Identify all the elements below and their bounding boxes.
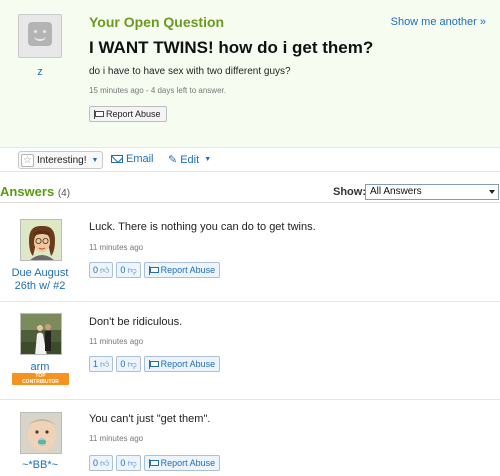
thumbs-up-button[interactable]: 0 👍︎ — [89, 455, 114, 471]
answerer-name-link[interactable]: Due August 26th w/ #2 — [0, 267, 80, 293]
flag-icon — [148, 458, 159, 468]
avatar[interactable] — [20, 313, 62, 355]
report-label: Report Abuse — [106, 109, 161, 119]
answer-text: Luck. There is nothing you can do to get… — [89, 221, 316, 233]
question-panel: z Your Open Question Show me another » I… — [0, 0, 500, 148]
answer-actions: 1 👍︎ 0 👎︎ Report Abuse — [89, 356, 221, 372]
pencil-icon: ✎ — [168, 154, 178, 166]
question-details: do i have to have sex with two different… — [89, 66, 291, 77]
answers-title: Answers — [0, 184, 55, 199]
answer-time: 11 minutes ago — [89, 337, 144, 346]
answers-heading: Answers (4) — [0, 184, 70, 199]
question-time: 15 minutes ago - 4 days left to answer. — [89, 86, 226, 95]
answer-report-abuse-button[interactable]: Report Abuse — [143, 356, 221, 372]
answer-item: Due August 26th w/ #2 Luck. There is not… — [0, 203, 500, 299]
answer-time: 11 minutes ago — [89, 434, 144, 443]
thumb-up-icon: 👍︎ — [100, 264, 110, 275]
chevron-down-icon: ▼ — [204, 156, 212, 163]
thumb-down-icon: 👎︎ — [127, 358, 137, 369]
edit-label: Edit — [180, 153, 200, 166]
report-label: Report Abuse — [160, 359, 216, 369]
thumb-up-icon: 👍︎ — [100, 457, 110, 468]
envelope-icon — [111, 155, 123, 163]
avatar[interactable] — [20, 412, 62, 454]
answer-text: You can't just "get them". — [89, 413, 211, 425]
asker-name-link[interactable]: z — [16, 66, 64, 78]
answer-report-abuse-button[interactable]: Report Abuse — [143, 455, 221, 471]
email-label: Email — [126, 153, 154, 165]
chevron-down-icon: ▼ — [91, 156, 99, 164]
question-actions-bar: ☆ Interesting! ▼ Email ✎ Edit ▼ — [0, 148, 500, 172]
thumbs-down-count: 0 — [120, 359, 126, 369]
report-label: Report Abuse — [160, 458, 216, 468]
thumbs-up-count: 0 — [93, 265, 99, 275]
answer-item: arm TOP CONTRIBUTOR Don't be ridiculous.… — [0, 302, 500, 398]
baby-photo-avatar-icon — [21, 413, 61, 453]
thumbs-up-count: 0 — [93, 458, 99, 468]
question-report-abuse-button[interactable]: Report Abuse — [89, 106, 167, 122]
thumbs-up-count: 1 — [93, 359, 99, 369]
report-label: Report Abuse — [160, 265, 216, 275]
default-avatar-icon[interactable] — [18, 14, 62, 58]
thumb-down-icon: 👎︎ — [127, 457, 137, 468]
show-another-link[interactable]: Show me another » — [391, 16, 486, 28]
thumbs-down-count: 0 — [120, 265, 126, 275]
flag-icon — [93, 109, 104, 119]
thumb-down-icon: 👎︎ — [127, 264, 137, 275]
answer-actions: 0 👍︎ 0 👎︎ Report Abuse — [89, 262, 221, 278]
thumbs-up-button[interactable]: 0 👍︎ — [89, 262, 114, 278]
answer-item: ~*BB*~ You can't just "get them". 11 min… — [0, 400, 500, 476]
thumb-up-icon: 👍︎ — [100, 358, 110, 369]
flag-icon — [148, 265, 159, 275]
avatar-face — [28, 22, 52, 46]
photo-avatar-icon — [21, 314, 61, 354]
thumbs-down-button[interactable]: 0 👎︎ — [116, 356, 141, 372]
interesting-label: Interesting! — [37, 154, 87, 166]
star-icon: ☆ — [21, 153, 34, 167]
answer-actions: 0 👍︎ 0 👎︎ Report Abuse — [89, 455, 221, 471]
chevron-down-icon — [489, 190, 495, 194]
email-link[interactable]: Email — [111, 153, 154, 165]
answer-text: Don't be ridiculous. — [89, 316, 183, 328]
thumbs-down-button[interactable]: 0 👎︎ — [116, 262, 141, 278]
answerer-name-link[interactable]: ~*BB*~ — [0, 459, 80, 472]
flag-icon — [148, 359, 159, 369]
answer-report-abuse-button[interactable]: Report Abuse — [143, 262, 221, 278]
show-filter-select[interactable]: All Answers — [365, 184, 499, 200]
interesting-button[interactable]: ☆ Interesting! ▼ — [18, 151, 104, 169]
answer-time: 11 minutes ago — [89, 243, 144, 252]
cartoon-avatar-icon — [21, 220, 61, 260]
question-title: I WANT TWINS! how do i get them? — [89, 38, 374, 57]
show-filter-value: All Answers — [370, 186, 422, 197]
show-filter-label: Show: — [333, 186, 366, 198]
thumbs-up-button[interactable]: 1 👍︎ — [89, 356, 114, 372]
edit-link[interactable]: ✎ Edit ▼ — [168, 153, 212, 167]
thumbs-down-button[interactable]: 0 👎︎ — [116, 455, 141, 471]
asker: z — [16, 14, 64, 78]
top-contributor-badge: TOP CONTRIBUTOR — [12, 373, 69, 385]
thumbs-down-count: 0 — [120, 458, 126, 468]
avatar[interactable] — [20, 219, 62, 261]
question-label: Your Open Question — [89, 14, 225, 30]
answers-count: (4) — [57, 188, 71, 199]
